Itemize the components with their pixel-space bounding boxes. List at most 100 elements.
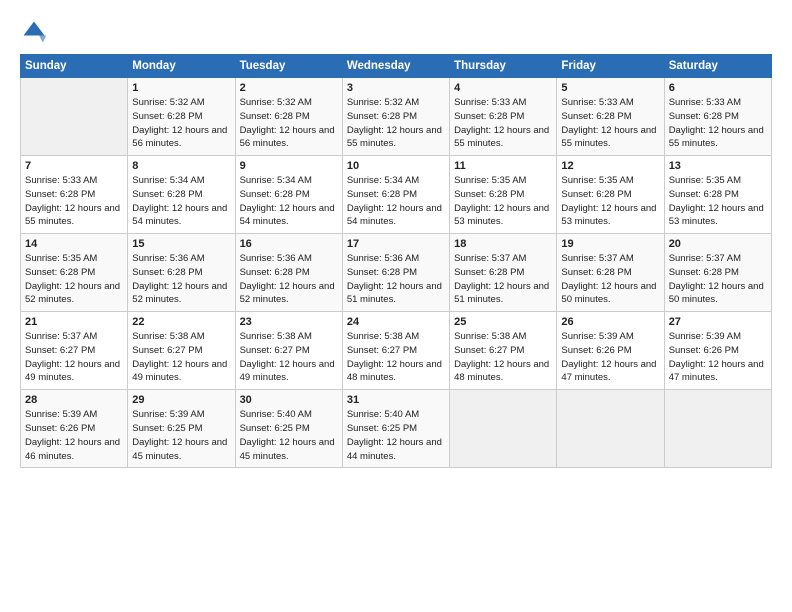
calendar-cell: 30 Sunrise: 5:40 AMSunset: 6:25 PMDayligh… [235,390,342,468]
day-number: 20 [669,238,767,250]
cell-info: Sunrise: 5:38 AMSunset: 6:27 PMDaylight:… [132,331,227,383]
calendar-cell: 20 Sunrise: 5:37 AMSunset: 6:28 PMDayligh… [664,234,771,312]
cell-info: Sunrise: 5:33 AMSunset: 6:28 PMDaylight:… [454,97,549,149]
calendar-cell: 3Sunrise: 5:32 AMSunset: 6:28 PMDaylight… [342,78,449,156]
calendar-cell: 6Sunrise: 5:33 AMSunset: 6:28 PMDaylight… [664,78,771,156]
calendar-cell: 18 Sunrise: 5:37 AMSunset: 6:28 PMDayligh… [450,234,557,312]
day-number: 6 [669,82,767,94]
day-number: 8 [132,160,230,172]
day-number: 26 [561,316,659,328]
col-sunday: Sunday [21,55,128,78]
calendar-cell: 1Sunrise: 5:32 AMSunset: 6:28 PMDaylight… [128,78,235,156]
day-number: 4 [454,82,552,94]
day-number: 31 [347,394,445,406]
day-number: 19 [561,238,659,250]
cell-info: Sunrise: 5:35 AMSunset: 6:28 PMDaylight:… [25,253,120,305]
day-number: 16 [240,238,338,250]
calendar-cell: 27Sunrise: 5:39 AMSunset: 6:26 PMDayligh… [664,312,771,390]
page: Sunday Monday Tuesday Wednesday Thursday… [0,0,792,612]
week-row-2: 7 Sunrise: 5:33 AMSunset: 6:28 PMDaylight… [21,156,772,234]
col-saturday: Saturday [664,55,771,78]
cell-info: Sunrise: 5:33 AMSunset: 6:28 PMDaylight:… [25,175,120,227]
calendar-cell: 5 Sunrise: 5:33 AMSunset: 6:28 PMDaylight… [557,78,664,156]
week-row-3: 14 Sunrise: 5:35 AMSunset: 6:28 PMDayligh… [21,234,772,312]
calendar-cell: 24 Sunrise: 5:38 AMSunset: 6:27 PMDayligh… [342,312,449,390]
day-number: 7 [25,160,123,172]
cell-info: Sunrise: 5:40 AMSunset: 6:25 PMDaylight:… [240,409,335,461]
week-row-5: 28 Sunrise: 5:39 AMSunset: 6:26 PMDayligh… [21,390,772,468]
calendar-cell: 9 Sunrise: 5:34 AMSunset: 6:28 PMDaylight… [235,156,342,234]
calendar-cell [450,390,557,468]
cell-info: Sunrise: 5:35 AMSunset: 6:28 PMDaylight:… [561,175,656,227]
cell-info: Sunrise: 5:34 AMSunset: 6:28 PMDaylight:… [347,175,442,227]
calendar-cell [557,390,664,468]
cell-info: Sunrise: 5:39 AMSunset: 6:25 PMDaylight:… [132,409,227,461]
calendar-cell [21,78,128,156]
calendar-cell: 31 Sunrise: 5:40 AMSunset: 6:25 PMDayligh… [342,390,449,468]
cell-info: Sunrise: 5:34 AMSunset: 6:28 PMDaylight:… [240,175,335,227]
calendar-cell: 12Sunrise: 5:35 AMSunset: 6:28 PMDayligh… [557,156,664,234]
day-number: 15 [132,238,230,250]
calendar-cell: 15 Sunrise: 5:36 AMSunset: 6:28 PMDayligh… [128,234,235,312]
calendar-cell: 10Sunrise: 5:34 AMSunset: 6:28 PMDayligh… [342,156,449,234]
calendar-cell: 26 Sunrise: 5:39 AMSunset: 6:26 PMDayligh… [557,312,664,390]
cell-info: Sunrise: 5:37 AMSunset: 6:27 PMDaylight:… [25,331,120,383]
header-row: Sunday Monday Tuesday Wednesday Thursday… [21,55,772,78]
calendar-body: 1 Sunrise: 5:32 AMSunset: 6:28 PMDaylight… [21,78,772,468]
calendar-cell: 21Sunrise: 5:37 AMSunset: 6:27 PMDayligh… [21,312,128,390]
cell-info: Sunrise: 5:36 AMSunset: 6:28 PMDaylight:… [347,253,442,305]
day-number: 30 [240,394,338,406]
cell-info: Sunrise: 5:38 AMSunset: 6:27 PMDaylight:… [347,331,442,383]
cell-info: Sunrise: 5:32 AMSunset: 6:28 PMDaylight:… [347,97,442,149]
calendar-table: Sunday Monday Tuesday Wednesday Thursday… [20,54,772,468]
cell-info: Sunrise: 5:35 AMSunset: 6:28 PMDaylight:… [669,175,764,227]
calendar-cell: 7 Sunrise: 5:33 AMSunset: 6:28 PMDaylight… [21,156,128,234]
calendar-cell: 23 Sunrise: 5:38 AMSunset: 6:27 PMDayligh… [235,312,342,390]
col-tuesday: Tuesday [235,55,342,78]
cell-info: Sunrise: 5:38 AMSunset: 6:27 PMDaylight:… [454,331,549,383]
calendar-cell: 22 Sunrise: 5:38 AMSunset: 6:27 PMDayligh… [128,312,235,390]
day-number: 17 [347,238,445,250]
cell-info: Sunrise: 5:39 AMSunset: 6:26 PMDaylight:… [25,409,120,461]
cell-info: Sunrise: 5:36 AMSunset: 6:28 PMDaylight:… [132,253,227,305]
calendar-cell: 11Sunrise: 5:35 AMSunset: 6:28 PMDayligh… [450,156,557,234]
calendar-cell: 17 Sunrise: 5:36 AMSunset: 6:28 PMDayligh… [342,234,449,312]
week-row-1: 1 Sunrise: 5:32 AMSunset: 6:28 PMDaylight… [21,78,772,156]
day-number: 9 [240,160,338,172]
calendar-cell: 13 Sunrise: 5:35 AMSunset: 6:28 PMDayligh… [664,156,771,234]
day-number: 1 [132,82,230,94]
day-number: 23 [240,316,338,328]
cell-info: Sunrise: 5:38 AMSunset: 6:27 PMDaylight:… [240,331,335,383]
calendar-cell: 4 Sunrise: 5:33 AMSunset: 6:28 PMDaylight… [450,78,557,156]
cell-info: Sunrise: 5:39 AMSunset: 6:26 PMDaylight:… [669,331,764,383]
cell-info: Sunrise: 5:33 AMSunset: 6:28 PMDaylight:… [561,97,656,149]
cell-info: Sunrise: 5:37 AMSunset: 6:28 PMDaylight:… [454,253,549,305]
calendar-cell: 19 Sunrise: 5:37 AMSunset: 6:28 PMDayligh… [557,234,664,312]
cell-info: Sunrise: 5:40 AMSunset: 6:25 PMDaylight:… [347,409,442,461]
day-number: 28 [25,394,123,406]
cell-info: Sunrise: 5:32 AMSunset: 6:28 PMDaylight:… [240,97,335,149]
logo [20,18,52,46]
cell-info: Sunrise: 5:36 AMSunset: 6:28 PMDaylight:… [240,253,335,305]
col-friday: Friday [557,55,664,78]
day-number: 5 [561,82,659,94]
calendar-cell [664,390,771,468]
day-number: 29 [132,394,230,406]
day-number: 2 [240,82,338,94]
calendar-cell: 25 Sunrise: 5:38 AMSunset: 6:27 PMDayligh… [450,312,557,390]
day-number: 24 [347,316,445,328]
calendar-cell: 29 Sunrise: 5:39 AMSunset: 6:25 PMDayligh… [128,390,235,468]
logo-icon [20,18,48,46]
calendar-cell: 14 Sunrise: 5:35 AMSunset: 6:28 PMDayligh… [21,234,128,312]
cell-info: Sunrise: 5:34 AMSunset: 6:28 PMDaylight:… [132,175,227,227]
day-number: 13 [669,160,767,172]
cell-info: Sunrise: 5:37 AMSunset: 6:28 PMDaylight:… [561,253,656,305]
day-number: 11 [454,160,552,172]
day-number: 14 [25,238,123,250]
day-number: 25 [454,316,552,328]
header [20,18,772,46]
cell-info: Sunrise: 5:39 AMSunset: 6:26 PMDaylight:… [561,331,656,383]
day-number: 18 [454,238,552,250]
day-number: 22 [132,316,230,328]
cell-info: Sunrise: 5:37 AMSunset: 6:28 PMDaylight:… [669,253,764,305]
